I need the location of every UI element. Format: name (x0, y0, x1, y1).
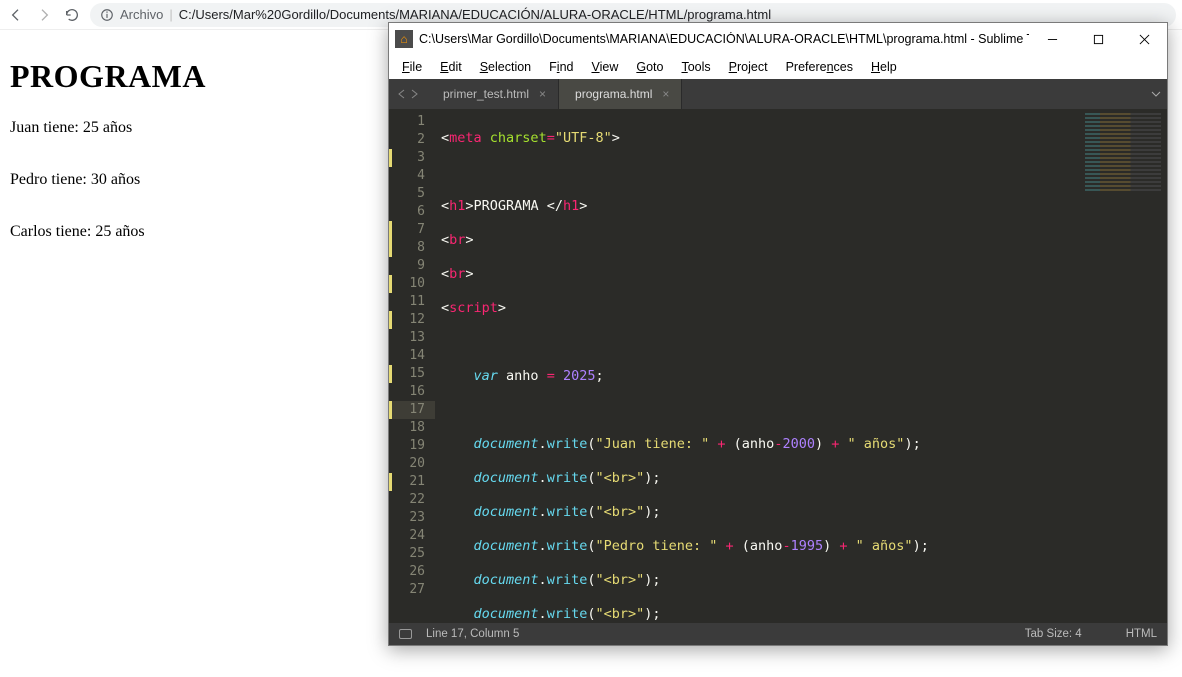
info-icon (100, 8, 114, 22)
sublime-window: ⌂ C:\Users\Mar Gordillo\Documents\MARIAN… (388, 22, 1168, 646)
status-syntax[interactable]: HTML (1126, 628, 1157, 640)
tab-close-icon[interactable]: × (539, 87, 546, 101)
menu-view[interactable]: View (582, 58, 627, 76)
tab-prev-icon (397, 89, 407, 99)
tab-close-icon[interactable]: × (662, 87, 669, 101)
app-icon: ⌂ (395, 30, 413, 48)
status-tab-size[interactable]: Tab Size: 4 (1025, 628, 1082, 640)
titlebar[interactable]: ⌂ C:\Users\Mar Gordillo\Documents\MARIAN… (389, 23, 1167, 55)
back-button[interactable] (6, 5, 26, 25)
code-area[interactable]: <meta charset="UTF-8"> <h1>PROGRAMA </h1… (435, 109, 1079, 623)
menu-find[interactable]: Find (540, 58, 582, 76)
menu-selection[interactable]: Selection (471, 58, 540, 76)
tab-bar: primer_test.html × programa.html × (389, 79, 1167, 109)
tab-next-icon (409, 89, 419, 99)
forward-button[interactable] (34, 5, 54, 25)
url-text: C:/Users/Mar%20Gordillo/Documents/MARIAN… (179, 7, 771, 22)
menu-edit[interactable]: Edit (431, 58, 471, 76)
maximize-button[interactable] (1075, 23, 1121, 55)
menu-preferences[interactable]: Preferences (777, 58, 862, 76)
menu-bar: File Edit Selection Find View Goto Tools… (389, 55, 1167, 79)
tab-programa[interactable]: programa.html × (559, 79, 682, 109)
menu-tools[interactable]: Tools (672, 58, 719, 76)
tab-history-nav[interactable] (389, 79, 427, 109)
tab-overflow-icon[interactable] (1151, 79, 1161, 109)
menu-goto[interactable]: Goto (627, 58, 672, 76)
tab-label: primer_test.html (443, 87, 529, 101)
editor[interactable]: 1234567891011121314151617181920212223242… (389, 109, 1167, 623)
window-title: C:\Users\Mar Gordillo\Documents\MARIANA\… (419, 32, 1029, 46)
close-button[interactable] (1121, 23, 1167, 55)
url-separator: | (169, 7, 172, 22)
status-bar: Line 17, Column 5 Tab Size: 4 HTML (389, 623, 1167, 645)
url-scheme-label: Archivo (120, 7, 163, 22)
menu-project[interactable]: Project (720, 58, 777, 76)
status-position: Line 17, Column 5 (426, 628, 519, 640)
menu-file[interactable]: File (393, 58, 431, 76)
tab-primer-test[interactable]: primer_test.html × (427, 79, 559, 109)
line-gutter: 1234567891011121314151617181920212223242… (389, 109, 435, 623)
tab-label: programa.html (575, 87, 652, 101)
minimize-button[interactable] (1029, 23, 1075, 55)
minimap[interactable] (1079, 109, 1167, 623)
menu-help[interactable]: Help (862, 58, 906, 76)
reload-button[interactable] (62, 5, 82, 25)
panel-switch-icon[interactable] (399, 629, 412, 639)
